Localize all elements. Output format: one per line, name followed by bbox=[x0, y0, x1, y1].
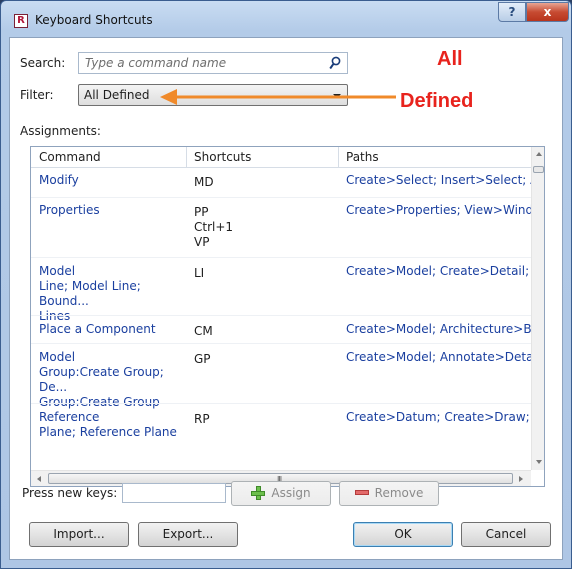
shortcut-cell: CM bbox=[194, 324, 213, 338]
row-divider bbox=[31, 315, 531, 316]
help-button[interactable]: ? bbox=[498, 2, 526, 22]
table-row[interactable]: Properties PP Ctrl+1 VP Create>Propertie… bbox=[31, 203, 531, 257]
search-icon[interactable] bbox=[329, 56, 341, 70]
assign-button[interactable]: Assign bbox=[231, 481, 331, 506]
shortcut-cell: RP bbox=[194, 412, 210, 426]
search-box[interactable] bbox=[78, 52, 348, 74]
table-row[interactable]: Modify MD Create>Select; Insert>Select; … bbox=[31, 173, 531, 203]
paths-cell: Create>Datum; Create>Draw; Mo... bbox=[346, 410, 531, 424]
close-button[interactable]: x bbox=[526, 2, 569, 22]
annotation-all: All bbox=[437, 48, 463, 70]
table-row[interactable]: Place a Component CM Create>Model; Archi… bbox=[31, 322, 531, 348]
row-divider bbox=[31, 197, 531, 198]
table-row[interactable]: Model Line; Model Line; Bound... Lines L… bbox=[31, 264, 531, 323]
column-header-paths[interactable]: Paths bbox=[346, 150, 379, 164]
minus-icon bbox=[354, 490, 369, 495]
table-row[interactable]: Reference Plane; Reference Plane RP Crea… bbox=[31, 410, 531, 450]
filter-selected-value: All Defined bbox=[84, 88, 150, 102]
scroll-left-icon[interactable] bbox=[37, 476, 41, 482]
assignments-label: Assignments: bbox=[20, 124, 101, 138]
paths-cell: Create>Model; Annotate>Detail;... bbox=[346, 350, 531, 364]
shortcut-cell: LI bbox=[194, 266, 205, 280]
plus-icon bbox=[251, 485, 266, 500]
shortcut-cell: MD bbox=[194, 175, 214, 189]
paths-cell: Create>Properties; View>Windo... bbox=[346, 203, 531, 217]
column-divider bbox=[186, 147, 187, 167]
import-button[interactable]: Import... bbox=[29, 522, 129, 547]
assign-button-label: Assign bbox=[271, 486, 311, 500]
annotation-arrow-icon bbox=[160, 89, 396, 105]
revit-app-icon: R bbox=[14, 14, 28, 28]
command-cell: Place a Component bbox=[39, 322, 156, 336]
row-divider bbox=[31, 403, 531, 404]
scroll-down-icon[interactable] bbox=[536, 460, 542, 464]
command-cell: Reference Plane; Reference Plane bbox=[39, 410, 177, 439]
command-cell: Model Group:Create Group; De... Group:Cr… bbox=[39, 350, 164, 409]
row-divider bbox=[31, 257, 531, 258]
vertical-scroll-thumb[interactable] bbox=[533, 166, 544, 173]
new-keys-field[interactable] bbox=[122, 483, 226, 503]
search-label: Search: bbox=[20, 56, 66, 70]
filter-label: Filter: bbox=[20, 88, 54, 102]
column-header-command[interactable]: Command bbox=[39, 150, 101, 164]
paths-cell: Create>Model; Create>Detail; Cr... bbox=[346, 264, 531, 278]
search-input[interactable] bbox=[85, 55, 315, 71]
press-new-keys-label: Press new keys: bbox=[22, 486, 118, 500]
remove-button[interactable]: Remove bbox=[339, 481, 439, 506]
vertical-scrollbar[interactable] bbox=[531, 147, 544, 470]
assignments-table: Command Shortcuts Paths Modify MD Create… bbox=[30, 146, 545, 487]
export-button[interactable]: Export... bbox=[138, 522, 238, 547]
dialog-body: Search: Filter: All Defined All Defined … bbox=[9, 37, 563, 560]
table-row[interactable]: Model Group:Create Group; De... Group:Cr… bbox=[31, 350, 531, 409]
annotation-defined: Defined bbox=[400, 90, 474, 112]
command-cell: Modify bbox=[39, 173, 79, 187]
paths-cell: Create>Select; Insert>Select; Ann... bbox=[346, 173, 531, 187]
cancel-button[interactable]: Cancel bbox=[461, 522, 551, 547]
scroll-up-icon[interactable] bbox=[536, 152, 542, 156]
title-bar: R Keyboard Shortcuts ? x bbox=[1, 1, 571, 37]
remove-button-label: Remove bbox=[374, 486, 424, 500]
shortcut-cell: GP bbox=[194, 352, 211, 366]
row-divider bbox=[31, 343, 531, 344]
shortcut-cell: PP Ctrl+1 VP bbox=[194, 205, 234, 249]
column-header-shortcuts[interactable]: Shortcuts bbox=[194, 150, 251, 164]
dialog-title: Keyboard Shortcuts bbox=[35, 13, 153, 27]
scroll-right-icon[interactable] bbox=[519, 476, 523, 482]
command-cell: Properties bbox=[39, 203, 100, 217]
table-header: Command Shortcuts Paths bbox=[31, 147, 531, 168]
paths-cell: Create>Model; Architecture>Buil... bbox=[346, 322, 531, 336]
column-divider bbox=[338, 147, 339, 167]
keyboard-shortcuts-dialog: R Keyboard Shortcuts ? x Search: Filter:… bbox=[0, 0, 572, 569]
ok-button[interactable]: OK bbox=[353, 522, 453, 547]
